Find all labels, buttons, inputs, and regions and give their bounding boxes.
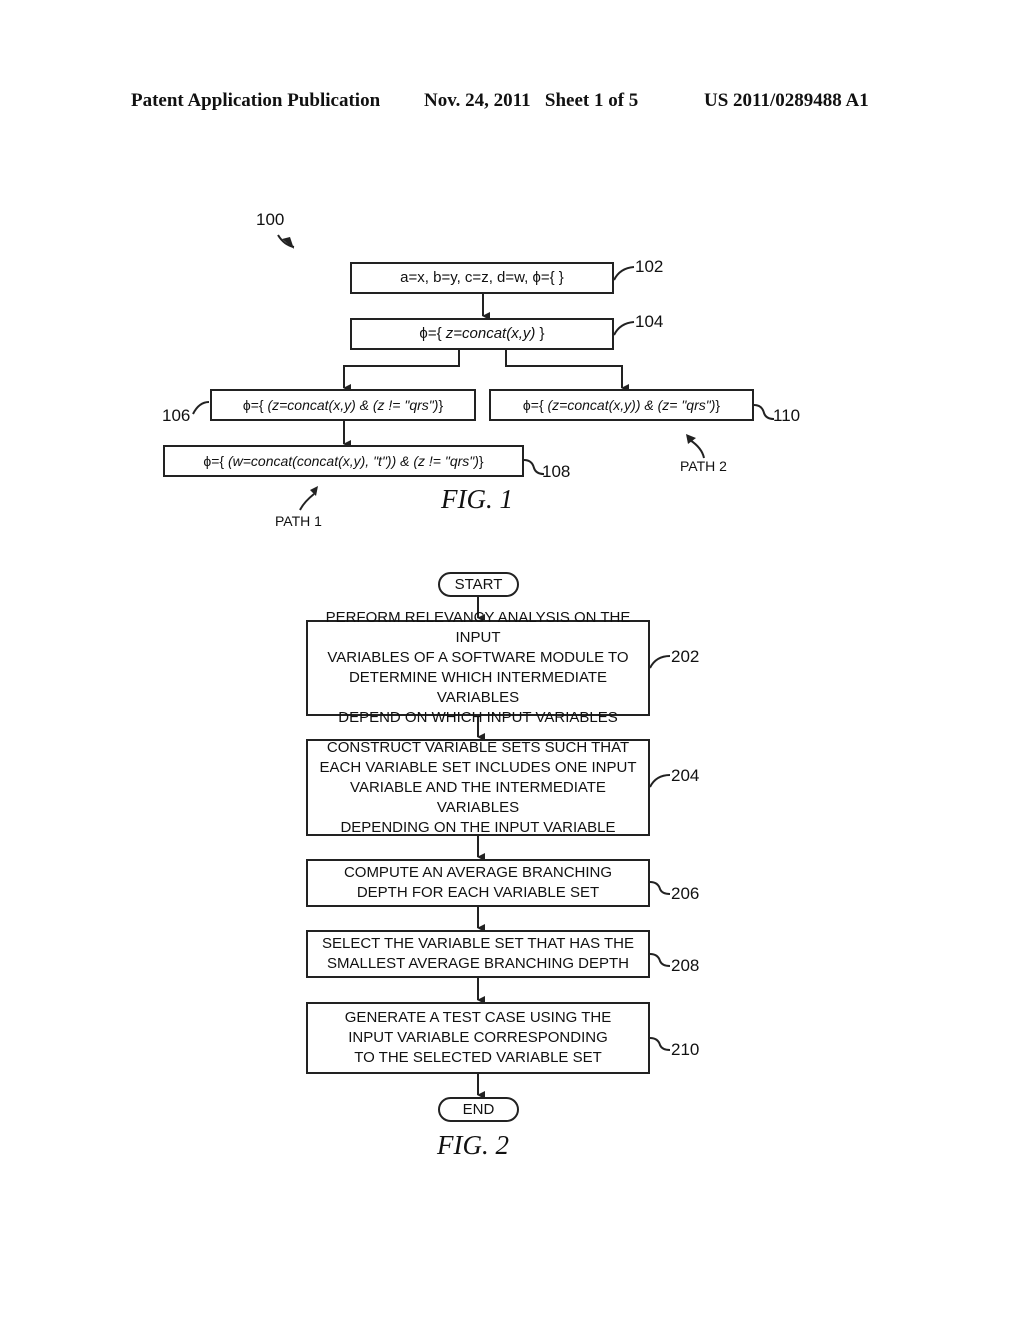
start-terminal: START bbox=[438, 572, 519, 597]
box-108-prefix: ϕ={ bbox=[203, 453, 228, 469]
step-206-line: COMPUTE AN AVERAGE BRANCHING bbox=[343, 864, 613, 881]
step-202-line: PERFORM RELEVANCY ANALYSIS ON THE INPUT bbox=[325, 609, 631, 646]
step-202-line: DETERMINE WHICH INTERMEDIATE VARIABLES bbox=[348, 669, 608, 706]
fig1-box-108: ϕ={ (w=concat(concat(x,y), "t")) & (z !=… bbox=[163, 445, 524, 477]
ref-110: 110 bbox=[773, 406, 801, 425]
step-202-line: DEPEND ON WHICH INPUT VARIABLES bbox=[338, 709, 618, 726]
box-110-prefix: ϕ={ bbox=[522, 397, 548, 413]
box-108-suffix: } bbox=[478, 453, 484, 469]
step-210: GENERATE A TEST CASE USING THE INPUT VAR… bbox=[306, 1002, 650, 1074]
leader-106 bbox=[192, 401, 210, 415]
step-206-line: DEPTH FOR EACH VARIABLE SET bbox=[356, 884, 600, 901]
step-204-line: EACH VARIABLE SET INCLUDES ONE INPUT bbox=[319, 758, 637, 776]
box-104-suffix: } bbox=[535, 325, 545, 342]
box-102-text: a=x, b=y, c=z, d=w, ϕ={ } bbox=[400, 269, 564, 286]
box-110-expr: (z=concat(x,y)) & (z= "qrs") bbox=[547, 397, 716, 413]
end-terminal: END bbox=[438, 1097, 519, 1122]
ref-202: 202 bbox=[671, 647, 700, 666]
leader-102 bbox=[613, 266, 635, 281]
ref-206: 206 bbox=[671, 884, 700, 903]
fig1-box-102: a=x, b=y, c=z, d=w, ϕ={ } bbox=[350, 262, 614, 294]
box-106-prefix: ϕ={ bbox=[242, 397, 268, 413]
step-204: CONSTRUCT VARIABLE SETS SUCH THAT EACH V… bbox=[306, 739, 650, 836]
step-204-line: VARIABLE AND THE INTERMEDIATE VARIABLES bbox=[350, 778, 606, 816]
step-210-line: TO THE SELECTED VARIABLE SET bbox=[354, 1049, 602, 1066]
arrow-104-110 bbox=[505, 350, 629, 392]
leader-108 bbox=[523, 459, 545, 475]
step-208-line: SELECT THE VARIABLE SET THAT HAS THE bbox=[321, 935, 635, 952]
ref-204: 204 bbox=[671, 766, 700, 785]
step-202-line: VARIABLES OF A SOFTWARE MODULE TO bbox=[327, 649, 629, 666]
ref-104: 104 bbox=[635, 312, 664, 331]
fig1-box-110: ϕ={ (z=concat(x,y)) & (z= "qrs")} bbox=[489, 389, 754, 421]
ref-106: 106 bbox=[162, 406, 191, 425]
ref-208: 208 bbox=[671, 956, 700, 975]
fig1-caption: FIG. 1 bbox=[441, 484, 513, 514]
ref-210: 210 bbox=[671, 1040, 700, 1059]
step-206: COMPUTE AN AVERAGE BRANCHING DEPTH FOR E… bbox=[306, 859, 650, 907]
ref-102: 102 bbox=[635, 257, 664, 276]
box-104-prefix: ϕ={ bbox=[419, 325, 446, 342]
arrow-path1 bbox=[299, 493, 315, 511]
step-202: PERFORM RELEVANCY ANALYSIS ON THE INPUT … bbox=[306, 609, 650, 726]
end-label: END bbox=[462, 1101, 495, 1118]
path-1-label: PATH 1 bbox=[275, 513, 322, 529]
step-208-line: SMALLEST AVERAGE BRANCHING DEPTH bbox=[326, 955, 630, 972]
step-204-line: DEPENDING ON THE INPUT VARIABLE bbox=[340, 818, 616, 836]
arrow-104-106 bbox=[343, 350, 460, 392]
fig1-box-106: ϕ={ (z=concat(x,y) & (z != "qrs")} bbox=[210, 389, 476, 421]
step-210-line: INPUT VARIABLE CORRESPONDING bbox=[348, 1029, 608, 1046]
step-210-line: GENERATE A TEST CASE USING THE bbox=[344, 1009, 612, 1026]
leader-110 bbox=[753, 404, 775, 420]
box-106-suffix: } bbox=[438, 397, 444, 413]
box-110-suffix: } bbox=[715, 397, 721, 413]
box-108-expr: (w=concat(concat(x,y), "t")) & (z != "qr… bbox=[227, 453, 479, 469]
ref-100: 100 bbox=[256, 210, 285, 229]
step-204-line: CONSTRUCT VARIABLE SETS SUCH THAT bbox=[326, 738, 630, 756]
box-106-expr: (z=concat(x,y) & (z != "qrs") bbox=[267, 397, 439, 413]
fig1-box-104: ϕ={ z=concat(x,y) } bbox=[350, 318, 614, 350]
fig2-caption: FIG. 2 bbox=[437, 1130, 509, 1160]
box-104-expr: z=concat(x,y) bbox=[445, 325, 536, 342]
ref-108: 108 bbox=[542, 462, 571, 481]
leader-104 bbox=[613, 321, 635, 336]
path-2-label: PATH 2 bbox=[680, 458, 727, 474]
arrow-path2 bbox=[689, 439, 705, 459]
step-208: SELECT THE VARIABLE SET THAT HAS THE SMA… bbox=[306, 930, 650, 978]
start-label: START bbox=[454, 576, 503, 593]
